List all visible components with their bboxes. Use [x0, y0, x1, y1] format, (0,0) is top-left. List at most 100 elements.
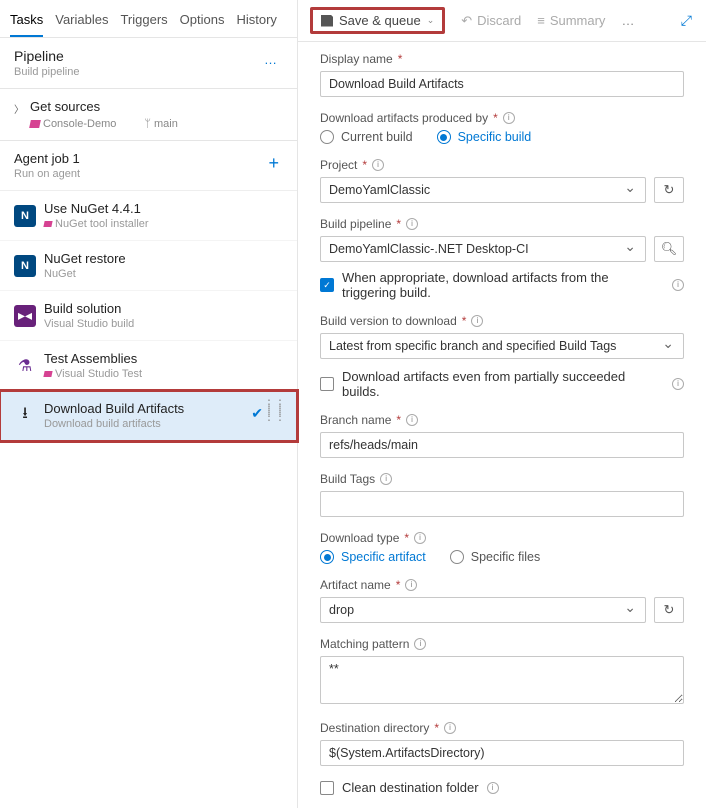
task-icon: N	[14, 255, 36, 277]
build-version-label: Build version to download*i	[320, 314, 684, 328]
task-row[interactable]: NNuGet restoreNuGet	[0, 241, 297, 291]
chevron-down-icon: ⌄	[427, 15, 435, 26]
info-icon[interactable]: i	[406, 414, 418, 426]
info-icon[interactable]: i	[471, 315, 483, 327]
refresh-button[interactable]: ↻	[654, 597, 684, 623]
repo-name: Console-Demo	[43, 118, 116, 130]
tab-variables[interactable]: Variables	[55, 6, 108, 37]
pipeline-header[interactable]: Pipeline Build pipeline …	[0, 38, 297, 89]
task-title: Use NuGet 4.4.1	[44, 201, 283, 216]
job-sub: Run on agent	[14, 168, 283, 180]
build-tags-input[interactable]	[320, 491, 684, 517]
info-icon[interactable]: i	[405, 579, 417, 591]
toolbar-more-icon[interactable]: …	[621, 13, 636, 28]
pipeline-more-icon[interactable]: …	[264, 52, 279, 67]
artifact-name-select[interactable]	[320, 597, 646, 623]
trigger-checkbox[interactable]: ✓	[320, 278, 334, 292]
main-panel: Save & queue ⌄ ↶ Discard ≡Summary … ⤢ Dis…	[298, 0, 706, 808]
task-title: NuGet restore	[44, 251, 283, 266]
task-list: N Use NuGet 4.4.1 NuGet tool installer N NuG…	[0, 191, 297, 441]
radio-specific-artifact[interactable]: Specific artifact	[320, 550, 426, 564]
refresh-icon: ↻	[664, 182, 675, 198]
save-label: Save & queue	[339, 13, 421, 28]
download-type-label: Download type*i	[320, 531, 684, 545]
refresh-icon: ↻	[664, 602, 675, 618]
job-title: Agent job 1	[14, 151, 283, 166]
branch-icon: ᛘ	[144, 118, 151, 130]
partial-check-label: Download artifacts even from partially s…	[342, 369, 664, 399]
task-row[interactable]: N Use NuGet 4.4.1 NuGet tool installer	[0, 191, 297, 241]
save-queue-button[interactable]: Save & queue ⌄	[310, 7, 445, 34]
partial-checkbox[interactable]	[320, 377, 334, 391]
add-task-icon[interactable]: +	[268, 153, 279, 174]
display-name-input[interactable]	[320, 71, 684, 97]
radio-specific-files[interactable]: Specific files	[450, 550, 540, 564]
matching-pattern-label: Matching patterni	[320, 637, 684, 651]
destination-dir-input[interactable]	[320, 740, 684, 766]
build-tags-label: Build Tagsi	[320, 472, 684, 486]
build-version-select[interactable]	[320, 333, 684, 359]
info-icon[interactable]: i	[380, 473, 392, 485]
tab-options[interactable]: Options	[180, 6, 225, 37]
task-subtitle: NuGet tool installer	[44, 218, 283, 230]
undo-icon: ↶	[461, 13, 472, 29]
search-icon: 🔍︎	[661, 241, 678, 257]
info-icon[interactable]: i	[672, 378, 684, 390]
tabs: Tasks Variables Triggers Options History	[0, 0, 297, 38]
branch-name-input[interactable]	[320, 432, 684, 458]
info-icon[interactable]: i	[414, 638, 426, 650]
summary-button[interactable]: ≡Summary	[537, 13, 605, 28]
task-row[interactable]: ⚗Test AssembliesVisual Studio Test	[0, 341, 297, 391]
get-sources[interactable]: 〉 Get sources Console-Demo ᛘmain	[0, 89, 297, 141]
sidebar: Tasks Variables Triggers Options History…	[0, 0, 298, 808]
branch-name-label: Branch name*i	[320, 413, 684, 427]
save-icon	[321, 15, 333, 27]
info-icon[interactable]: i	[672, 279, 684, 291]
info-icon[interactable]: i	[414, 532, 426, 544]
info-icon[interactable]: i	[406, 218, 418, 230]
browse-button[interactable]: 🔍︎	[654, 236, 684, 262]
tab-history[interactable]: History	[236, 6, 276, 37]
refresh-button[interactable]: ↻	[654, 177, 684, 203]
get-sources-title: Get sources	[30, 99, 283, 114]
branch-name: main	[154, 118, 178, 130]
task-row[interactable]: ⭳ Download Build Artifacts Download build …	[0, 391, 297, 441]
discard-button[interactable]: ↶ Discard	[461, 13, 521, 29]
radio-specific-build[interactable]: Specific build	[437, 130, 532, 144]
radio-checked-icon	[437, 130, 451, 144]
info-icon[interactable]: i	[503, 112, 515, 124]
task-subtitle: Visual Studio build	[44, 318, 283, 330]
task-icon: ⭳	[14, 405, 36, 427]
task-subtitle: Visual Studio Test	[44, 368, 283, 380]
display-name-label: Display name*	[320, 52, 684, 66]
pipeline-title: Pipeline	[14, 48, 283, 64]
task-icon: N	[14, 205, 36, 227]
clean-dest-label: Clean destination folder	[342, 780, 479, 795]
radio-current-build[interactable]: Current build	[320, 130, 413, 144]
repo-tag: Console-Demo	[30, 118, 116, 130]
enabled-icon: ✔	[251, 405, 263, 422]
tab-tasks[interactable]: Tasks	[10, 6, 43, 37]
task-row[interactable]: ▸◂Build solutionVisual Studio build	[0, 291, 297, 341]
info-icon[interactable]: i	[487, 782, 499, 794]
tab-triggers[interactable]: Triggers	[120, 6, 167, 37]
task-subtitle: Download build artifacts	[44, 418, 275, 430]
task-title: Download Build Artifacts	[44, 401, 275, 416]
flag-icon	[43, 371, 52, 377]
task-form: Display name* Download artifacts produce…	[298, 42, 706, 808]
info-icon[interactable]: i	[444, 722, 456, 734]
matching-pattern-input[interactable]	[320, 656, 684, 704]
branch-tag: ᛘmain	[144, 118, 177, 130]
drag-handle-icon[interactable]: ⋮⋮⋮⋮⋮⋮	[263, 401, 285, 419]
project-select[interactable]	[320, 177, 646, 203]
clean-dest-checkbox[interactable]	[320, 781, 334, 795]
flag-icon	[29, 120, 41, 128]
build-pipeline-select[interactable]	[320, 236, 646, 262]
produced-by-label: Download artifacts produced by*i	[320, 111, 684, 125]
discard-label: Discard	[477, 13, 521, 28]
agent-job[interactable]: Agent job 1 Run on agent +	[0, 141, 297, 191]
task-title: Test Assemblies	[44, 351, 283, 366]
info-icon[interactable]: i	[372, 159, 384, 171]
fullscreen-icon[interactable]: ⤢	[681, 12, 692, 29]
pipeline-sub: Build pipeline	[14, 66, 283, 78]
